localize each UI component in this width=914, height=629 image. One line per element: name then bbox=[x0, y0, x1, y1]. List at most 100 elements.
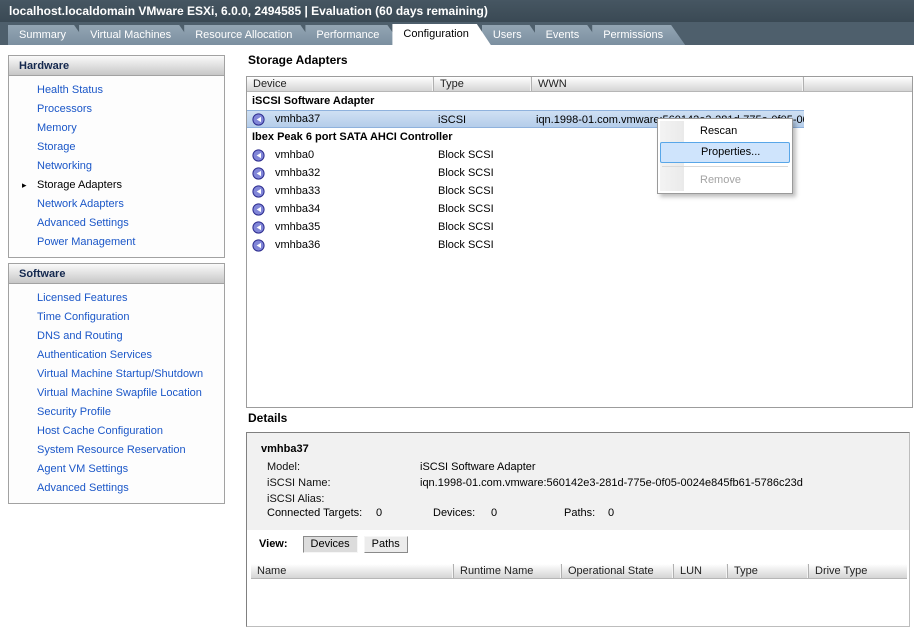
storage-adapter-icon bbox=[252, 149, 265, 162]
sidebar-item-time-configuration[interactable]: Time Configuration bbox=[9, 308, 224, 327]
storage-adapter-icon bbox=[252, 239, 265, 252]
sidebar-item-storage-adapters[interactable]: ▸Storage Adapters bbox=[9, 176, 224, 195]
tab-virtual-machines[interactable]: Virtual Machines bbox=[79, 25, 193, 45]
tab-events[interactable]: Events bbox=[535, 25, 602, 45]
detail-stat-value: 0 bbox=[491, 505, 497, 521]
sidebar-item-networking[interactable]: Networking bbox=[9, 157, 224, 176]
storage-adapter-icon bbox=[252, 185, 265, 198]
context-menu-item-remove: Remove bbox=[660, 170, 790, 191]
adapter-device-cell: vmhba0 bbox=[247, 146, 434, 164]
sidebar-item-agent-vm-settings[interactable]: Agent VM Settings bbox=[9, 460, 224, 479]
detail-stat-label: Connected Targets: bbox=[267, 505, 362, 521]
detail-adapter-name: vmhba37 bbox=[261, 443, 309, 455]
sidebar-item-host-cache-configuration[interactable]: Host Cache Configuration bbox=[9, 422, 224, 441]
page-title: Storage Adapters bbox=[248, 53, 348, 67]
column-header-type[interactable]: Type bbox=[434, 77, 532, 91]
sidebar-item-label: Authentication Services bbox=[37, 349, 152, 361]
sidebar-item-dns-and-routing[interactable]: DNS and Routing bbox=[9, 327, 224, 346]
adapter-type-cell: Block SCSI bbox=[434, 182, 532, 200]
sidebar-item-advanced-settings[interactable]: Advanced Settings bbox=[9, 214, 224, 233]
software-items: Licensed Features Time Configuration DNS a… bbox=[9, 284, 224, 498]
sidebar-hardware-section: Hardware Health Status Processors MemorySt… bbox=[8, 55, 225, 258]
adapters-table-header: DeviceTypeWWN bbox=[247, 77, 912, 92]
tab-users[interactable]: Users bbox=[482, 25, 544, 45]
adapter-type-cell: Block SCSI bbox=[434, 218, 532, 236]
sidebar-item-licensed-features[interactable]: Licensed Features bbox=[9, 289, 224, 308]
column-header-wwn[interactable]: WWN bbox=[532, 77, 804, 91]
detail-field-value: iqn.1998-01.com.vmware:560142e3-281d-775… bbox=[420, 477, 803, 489]
devices-column-header-operational-state[interactable]: Operational State bbox=[562, 564, 674, 578]
sidebar-item-storage[interactable]: Storage bbox=[9, 138, 224, 157]
adapter-type-cell: Block SCSI bbox=[434, 146, 532, 164]
hardware-section-title: Hardware bbox=[9, 56, 224, 76]
sidebar-item-label: Host Cache Configuration bbox=[37, 425, 163, 437]
detail-field-row: iSCSI Name:iqn.1998-01.com.vmware:560142… bbox=[267, 475, 803, 491]
tab-performance[interactable]: Performance bbox=[305, 25, 401, 45]
sidebar-item-label: Security Profile bbox=[37, 406, 111, 418]
adapter-device-cell: vmhba37 bbox=[247, 111, 434, 127]
detail-field-value: iSCSI Software Adapter bbox=[420, 461, 536, 473]
storage-adapter-icon bbox=[252, 203, 265, 216]
sidebar-item-advanced-settings[interactable]: Advanced Settings bbox=[9, 479, 224, 498]
adapter-device-name: vmhba35 bbox=[275, 218, 320, 236]
context-menu-separator bbox=[662, 166, 788, 167]
sidebar-item-label: Processors bbox=[37, 103, 92, 115]
sidebar-item-security-profile[interactable]: Security Profile bbox=[9, 403, 224, 422]
sidebar-item-label: Advanced Settings bbox=[37, 482, 129, 494]
details-panel: vmhba37 Model:iSCSI Software AdapteriSCS… bbox=[246, 432, 910, 627]
sidebar-item-memory[interactable]: Memory bbox=[9, 119, 224, 138]
adapter-device-name: vmhba37 bbox=[275, 111, 320, 127]
hardware-items: Health Status Processors MemoryStorage Netw… bbox=[9, 76, 224, 252]
adapter-group-header: iSCSI Software Adapter bbox=[247, 92, 912, 110]
sidebar-item-virtual-machine-startup-shutdown[interactable]: Virtual Machine Startup/Shutdown bbox=[9, 365, 224, 384]
adapter-type-cell: Block SCSI bbox=[434, 200, 532, 218]
sidebar-item-processors[interactable]: Processors bbox=[9, 100, 224, 119]
sidebar-software-section: Software Licensed Features Time Configura… bbox=[8, 263, 225, 504]
adapter-row-vmhba36[interactable]: vmhba36 Block SCSI bbox=[247, 236, 804, 254]
sidebar-item-label: Time Configuration bbox=[37, 311, 130, 323]
sidebar-item-authentication-services[interactable]: Authentication Services bbox=[9, 346, 224, 365]
selected-item-arrow-icon: ▸ bbox=[22, 176, 27, 195]
sidebar-item-label: Networking bbox=[37, 160, 92, 172]
view-button-paths[interactable]: Paths bbox=[364, 536, 408, 553]
adapter-device-cell: vmhba34 bbox=[247, 200, 434, 218]
adapter-row-vmhba34[interactable]: vmhba34Block SCSI bbox=[247, 200, 804, 218]
storage-adapter-icon bbox=[252, 221, 265, 234]
devices-column-header-type[interactable]: Type bbox=[728, 564, 809, 578]
view-button-devices[interactable]: Devices bbox=[303, 536, 358, 553]
sidebar-item-virtual-machine-swapfile-location[interactable]: Virtual Machine Swapfile Location bbox=[9, 384, 224, 403]
software-section-title: Software bbox=[9, 264, 224, 284]
storage-adapter-icon bbox=[252, 113, 265, 126]
devices-column-header-drive-type[interactable]: Drive Type bbox=[809, 564, 907, 578]
context-menu-item-rescan[interactable]: Rescan bbox=[660, 121, 790, 142]
sidebar-item-system-resource-reservation[interactable]: System Resource Reservation bbox=[9, 441, 224, 460]
adapter-device-cell: vmhba33 bbox=[247, 182, 434, 200]
sidebar-item-label: Virtual Machine Startup/Shutdown bbox=[37, 368, 203, 380]
sidebar-item-health-status[interactable]: Health Status bbox=[9, 81, 224, 100]
sidebar-item-network-adapters[interactable]: Network Adapters bbox=[9, 195, 224, 214]
detail-stat-value: 0 bbox=[376, 505, 382, 521]
tab-summary[interactable]: Summary bbox=[8, 25, 88, 45]
adapter-device-name: vmhba0 bbox=[275, 146, 314, 164]
sidebar-item-label: Power Management bbox=[37, 236, 135, 248]
column-header-filler bbox=[804, 77, 912, 91]
devices-column-header-name[interactable]: Name bbox=[251, 564, 454, 578]
detail-stats: Connected Targets:0Devices:0Paths:0 bbox=[247, 505, 909, 521]
adapter-wwn-cell bbox=[532, 218, 804, 236]
detail-field-label: iSCSI Name: bbox=[267, 475, 420, 491]
tab-resource-allocation[interactable]: Resource Allocation bbox=[184, 25, 314, 45]
adapter-type-cell: Block SCSI bbox=[434, 236, 532, 254]
column-header-device[interactable]: Device bbox=[247, 77, 434, 91]
tab-configuration[interactable]: Configuration bbox=[392, 24, 490, 45]
devices-column-header-lun[interactable]: LUN bbox=[674, 564, 728, 578]
context-menu-item-properties[interactable]: Properties... bbox=[660, 142, 790, 163]
tab-permissions[interactable]: Permissions bbox=[592, 25, 685, 45]
sidebar-item-label: Licensed Features bbox=[37, 292, 128, 304]
devices-column-header-runtime-name[interactable]: Runtime Name bbox=[454, 564, 562, 578]
adapter-type-cell: iSCSI bbox=[434, 111, 532, 127]
sidebar-item-power-management[interactable]: Power Management bbox=[9, 233, 224, 252]
detail-stat-label: Paths: bbox=[564, 505, 595, 521]
context-menu: RescanProperties... Remove bbox=[657, 118, 793, 194]
adapter-row-vmhba35[interactable]: vmhba35 Block SCSI bbox=[247, 218, 804, 236]
adapter-device-name: vmhba36 bbox=[275, 236, 320, 254]
